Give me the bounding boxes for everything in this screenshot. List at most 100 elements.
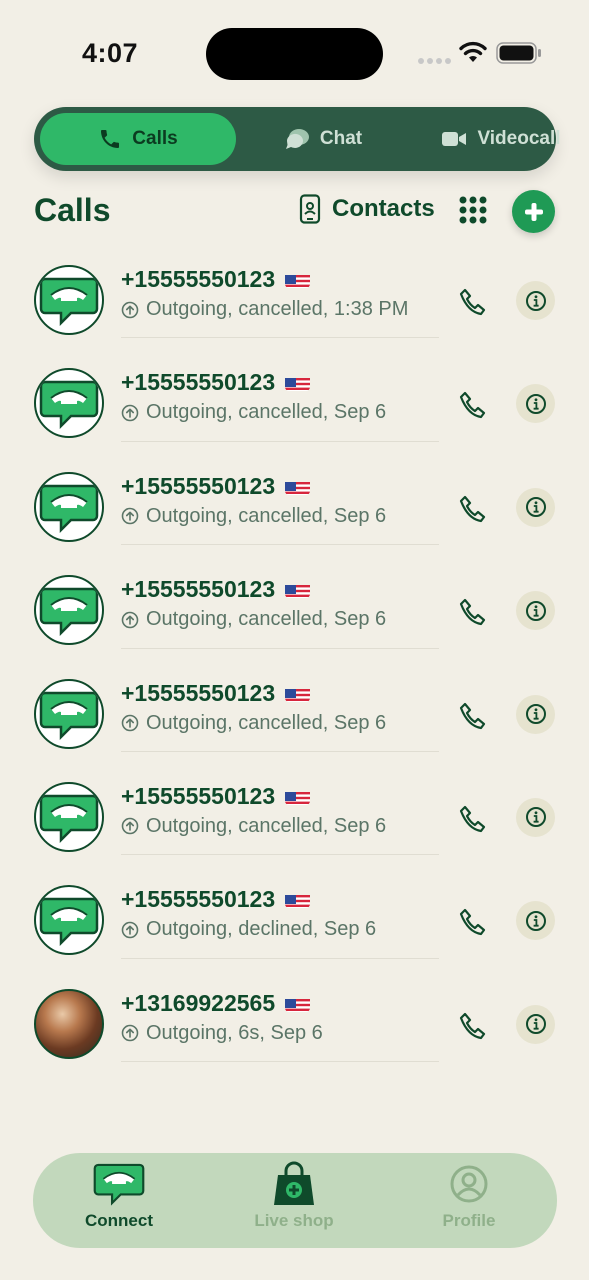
call-info-button[interactable]: [516, 487, 555, 527]
call-back-button[interactable]: [456, 803, 488, 835]
status-bar: 4:07: [0, 0, 589, 100]
battery-icon: [496, 42, 541, 64]
app-logo-avatar: [34, 781, 104, 852]
call-list: +15555550123 Outgoing, cancelled, 1:38 P…: [0, 250, 589, 1077]
call-detail: Outgoing, cancelled, 1:38 PM: [146, 298, 409, 320]
call-back-button[interactable]: [456, 596, 488, 628]
call-back-button[interactable]: [456, 700, 488, 732]
call-detail-row: Outgoing, cancelled, Sep 6: [121, 712, 386, 735]
call-number: +15555550123: [121, 266, 276, 292]
app-logo-icon: [39, 484, 99, 533]
chat-phone-logo-icon: [93, 1163, 145, 1206]
contact-photo-avatar: [34, 988, 104, 1059]
call-info-button[interactable]: [516, 901, 555, 941]
call-detail: Outgoing, cancelled, Sep 6: [146, 401, 387, 424]
row-divider: [121, 957, 439, 959]
call-info-button[interactable]: [516, 694, 555, 734]
status-time: 4:07: [82, 38, 139, 68]
outgoing-arrow-icon: [121, 921, 139, 939]
app-logo-icon: [39, 277, 99, 327]
call-row[interactable]: +15555550123 Outgoing, cancelled, 1:38 P…: [0, 250, 589, 353]
call-back-button[interactable]: [456, 493, 488, 525]
call-info-button[interactable]: [516, 1004, 555, 1044]
call-detail-row: Outgoing, cancelled, Sep 6: [121, 608, 386, 631]
row-divider: [121, 647, 439, 649]
call-info-button[interactable]: [516, 797, 555, 837]
contacts-phone-icon: [299, 194, 321, 224]
call-row[interactable]: +15555550123 Outgoing, cancelled, Sep 6: [0, 664, 589, 767]
app-logo-icon: [39, 794, 99, 843]
call-detail-row: Outgoing, cancelled, 1:38 PM: [121, 298, 408, 321]
cellular-signal-icon: [418, 58, 451, 64]
nav-profile-label: Profile: [442, 1211, 496, 1230]
outgoing-arrow-icon: [121, 404, 139, 422]
info-icon: [525, 910, 546, 931]
tab-chat[interactable]: Chat: [248, 113, 398, 165]
call-number-row: +15555550123: [121, 679, 311, 707]
tab-calls[interactable]: Calls: [40, 113, 236, 165]
us-flag: [285, 891, 311, 909]
call-detail: Outgoing, 6s, Sep 6: [146, 1021, 323, 1044]
us-flag-icon: [285, 791, 311, 805]
dialpad-grid-icon[interactable]: [459, 196, 487, 224]
new-call-button[interactable]: [512, 190, 555, 233]
phone-icon: [459, 599, 486, 626]
us-flag-icon: [285, 275, 311, 288]
call-detail-row: Outgoing, 6s, Sep 6: [121, 1022, 323, 1045]
page-title: Calls: [34, 192, 111, 228]
outgoing-arrow-icon: [121, 507, 139, 525]
call-row[interactable]: +15555550123 Outgoing, cancelled, Sep 6: [0, 767, 589, 870]
nav-profile[interactable]: Profile: [409, 1161, 529, 1231]
call-info-button[interactable]: [516, 384, 555, 424]
us-flag-icon: [285, 998, 311, 1012]
call-row[interactable]: +15555550123 Outgoing, cancelled, Sep 6: [0, 457, 589, 560]
call-back-button[interactable]: [456, 286, 488, 318]
call-number: +15555550123: [121, 576, 276, 603]
phone-icon: [459, 909, 486, 936]
nav-live-shop[interactable]: Live shop: [234, 1161, 354, 1231]
row-divider: [121, 854, 439, 856]
app-logo-avatar: [34, 471, 104, 542]
nav-connect[interactable]: Connect: [59, 1161, 179, 1231]
us-flag: [285, 581, 311, 599]
outgoing-arrow-icon: [121, 1024, 139, 1042]
us-flag-icon: [285, 585, 311, 599]
info-icon: [525, 600, 546, 621]
app-logo-icon: [39, 691, 99, 740]
call-info-button[interactable]: [516, 281, 555, 320]
info-icon: [525, 497, 546, 518]
row-divider: [121, 544, 439, 546]
call-number: +15555550123: [121, 679, 276, 706]
dynamic-island: [206, 28, 383, 80]
tab-videocall[interactable]: Videocall: [406, 113, 589, 165]
info-icon: [525, 704, 546, 725]
us-flag-icon: [285, 895, 311, 909]
us-flag: [285, 271, 311, 288]
call-detail: Outgoing, declined, Sep 6: [146, 918, 377, 941]
call-back-button[interactable]: [456, 1010, 488, 1042]
call-type-tabs: Calls Chat Videocall: [34, 107, 561, 171]
wifi-icon: [459, 41, 487, 62]
phone-icon: [459, 288, 486, 316]
call-detail-row: Outgoing, cancelled, Sep 6: [121, 505, 386, 528]
call-row[interactable]: +15555550123 Outgoing, cancelled, Sep 6: [0, 353, 589, 456]
call-back-button[interactable]: [456, 906, 488, 938]
us-flag: [285, 995, 311, 1012]
us-flag-icon: [285, 688, 311, 702]
outgoing-arrow-icon: [121, 714, 139, 732]
plus-icon: [524, 202, 543, 221]
info-icon: [525, 393, 546, 414]
call-info-button[interactable]: [516, 591, 555, 631]
tab-videocall-label: Videocall: [477, 128, 561, 149]
call-back-button[interactable]: [456, 389, 488, 421]
shopping-bag-icon: [274, 1161, 314, 1205]
us-flag-icon: [285, 378, 311, 392]
app-logo-icon: [39, 898, 99, 947]
call-row[interactable]: +15555550123 Outgoing, declined, Sep 6: [0, 870, 589, 973]
call-row[interactable]: +15555550123 Outgoing, cancelled, Sep 6: [0, 560, 589, 663]
phone-icon: [459, 495, 486, 522]
call-detail-row: Outgoing, declined, Sep 6: [121, 918, 376, 941]
call-row[interactable]: +13169922565 Outgoing, 6s, Sep 6: [0, 974, 589, 1077]
contacts-button[interactable]: Contacts: [298, 194, 435, 224]
call-number-row: +15555550123: [121, 369, 311, 396]
